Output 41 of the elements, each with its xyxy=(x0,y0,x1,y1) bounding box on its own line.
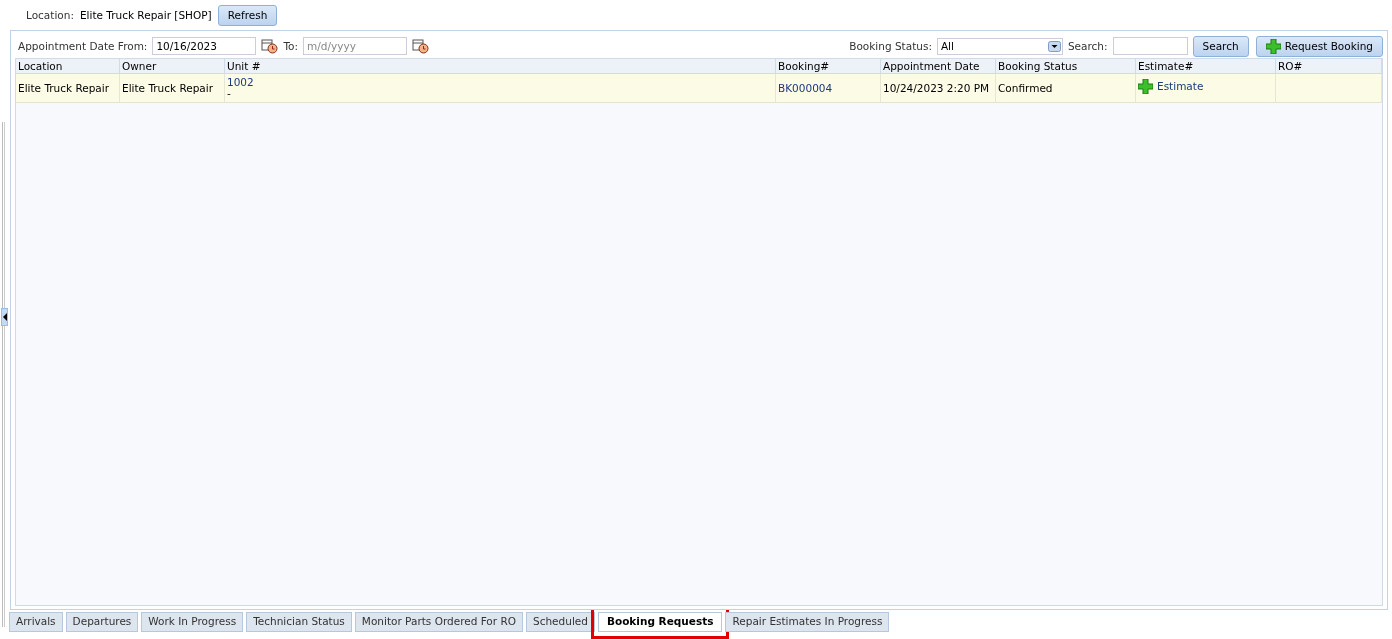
search-label: Search: xyxy=(1067,40,1108,52)
location-value: Elite Truck Repair [SHOP] xyxy=(79,9,212,21)
plus-icon xyxy=(1138,78,1153,94)
collapse-icon[interactable] xyxy=(1,308,8,326)
column-header[interactable]: Booking# xyxy=(776,59,881,73)
table-cell: Elite Truck Repair xyxy=(120,74,225,102)
calendar-clock-icon[interactable] xyxy=(261,38,279,54)
column-header[interactable]: Booking Status xyxy=(996,59,1136,73)
booking-status-label: Booking Status: xyxy=(849,40,932,52)
tab[interactable]: Repair Estimates In Progress xyxy=(725,612,890,632)
date-to-label: To: xyxy=(283,40,298,52)
column-header[interactable]: RO# xyxy=(1276,59,1382,73)
date-to-field[interactable]: m/d/yyyy xyxy=(303,37,407,55)
column-header[interactable]: Appointment Date xyxy=(881,59,996,73)
tab[interactable]: Technician Status xyxy=(246,612,352,632)
unit-link[interactable]: 1002 xyxy=(227,77,254,88)
date-from-label: Appointment Date From: xyxy=(18,40,148,52)
table-cell: Confirmed xyxy=(996,74,1136,102)
table-cell: 10/24/2023 2:20 PM xyxy=(881,74,996,102)
tab[interactable]: Arrivals xyxy=(9,612,63,632)
column-header[interactable]: Unit # xyxy=(225,59,776,73)
search-field[interactable] xyxy=(1112,37,1188,55)
request-booking-button[interactable]: Request Booking xyxy=(1255,35,1383,57)
estimate-link[interactable]: Estimate xyxy=(1138,78,1204,94)
table-cell: Elite Truck Repair xyxy=(16,74,120,102)
tab[interactable]: Departures xyxy=(65,612,139,632)
plus-icon xyxy=(1265,38,1281,54)
tab[interactable]: Work In Progress xyxy=(141,612,244,632)
tab[interactable]: Monitor Parts Ordered For RO xyxy=(354,612,523,632)
search-button[interactable]: Search xyxy=(1192,35,1249,57)
column-header[interactable]: Estimate# xyxy=(1136,59,1276,73)
location-label: Location: xyxy=(26,9,74,21)
table-cell: - xyxy=(227,88,231,99)
refresh-button[interactable]: Refresh xyxy=(217,4,278,26)
date-from-field[interactable]: 10/16/2023 xyxy=(152,37,257,55)
column-header[interactable]: Owner xyxy=(120,59,225,73)
tab[interactable]: Scheduled xyxy=(526,612,595,632)
column-header[interactable]: Location xyxy=(16,59,120,73)
booking-link[interactable]: BK000004 xyxy=(778,82,833,94)
booking-status-dropdown[interactable]: All xyxy=(936,37,1063,55)
calendar-clock-icon[interactable] xyxy=(412,38,429,54)
